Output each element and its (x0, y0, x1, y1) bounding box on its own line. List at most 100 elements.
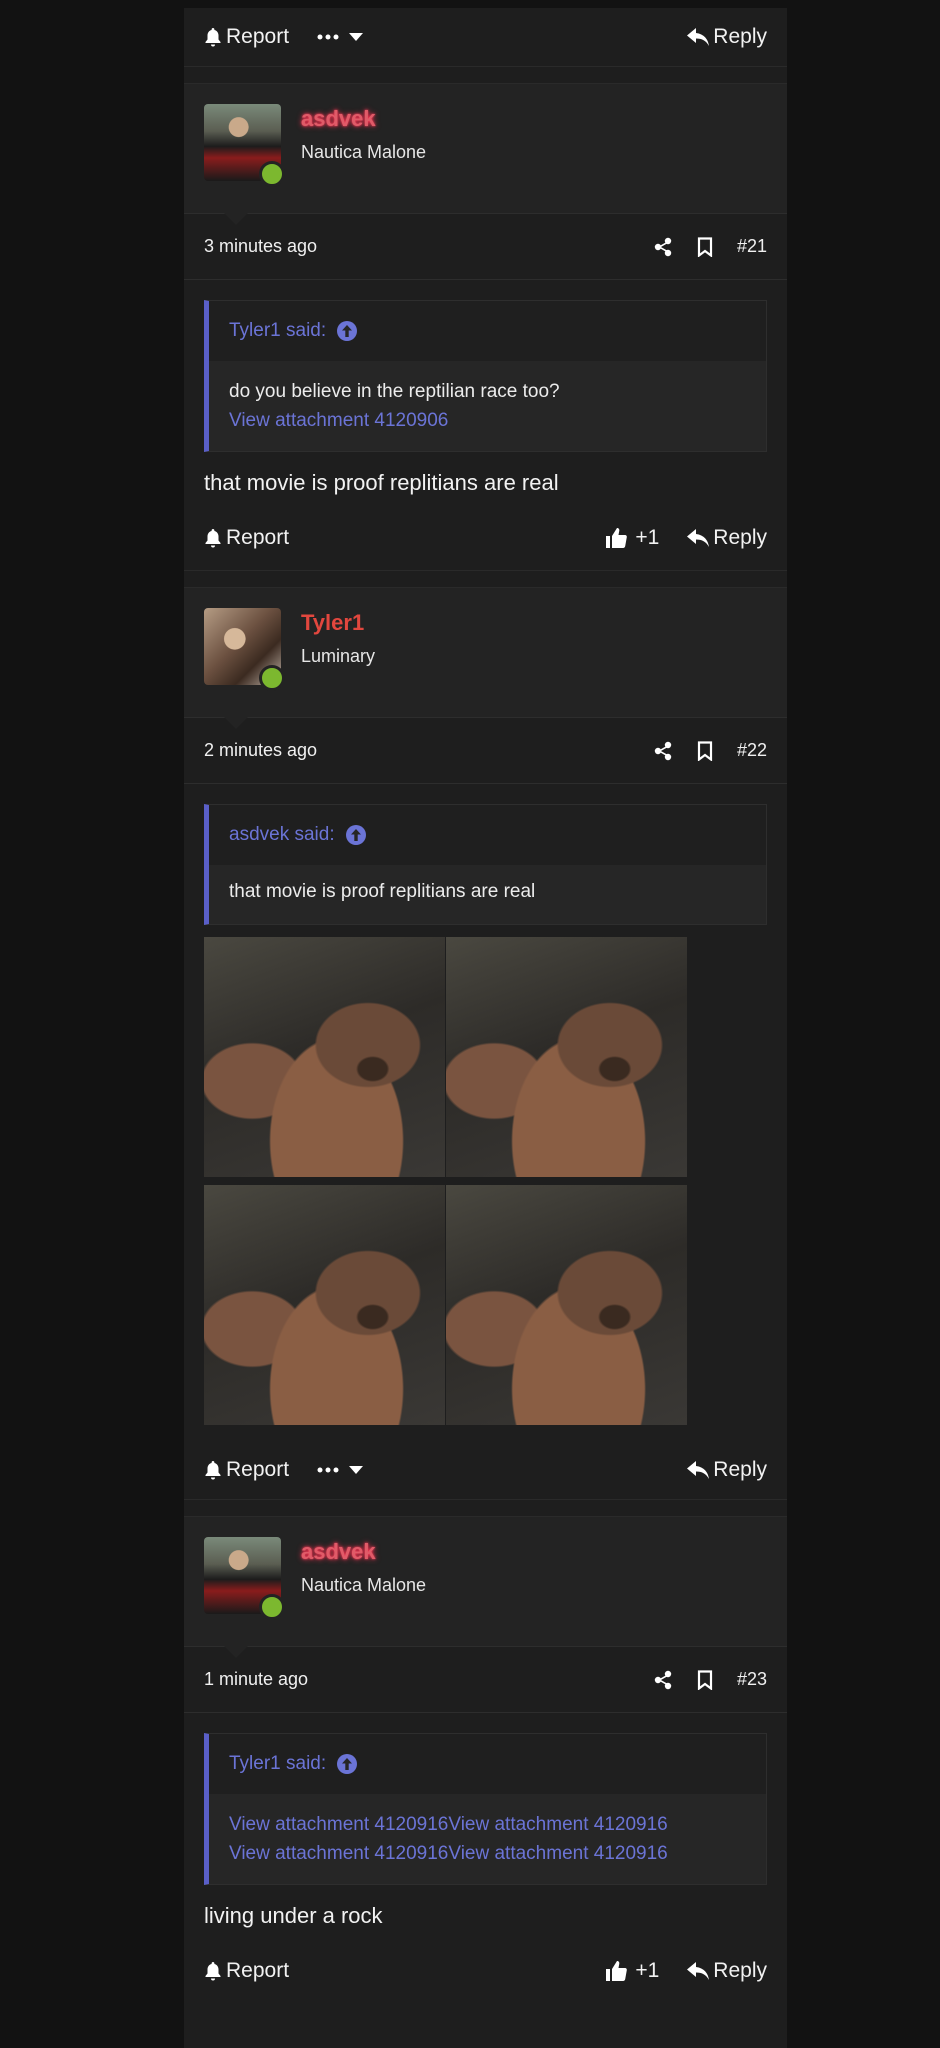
report-button[interactable]: Report (204, 526, 289, 550)
post-number[interactable]: #22 (737, 740, 767, 761)
quote-block: asdvek said: that movie is proof repliti… (204, 804, 767, 925)
thread-container: Report Reply asdvek Nautica Malone 3 min… (184, 0, 787, 2048)
share-icon[interactable] (653, 237, 673, 257)
post-time[interactable]: 1 minute ago (204, 1669, 308, 1690)
user-block: asdvek Nautica Malone (184, 1517, 787, 1658)
quote-author[interactable]: Tyler1 said: (229, 1753, 326, 1775)
gif-image[interactable] (446, 937, 687, 1177)
report-label: Report (226, 1959, 290, 1982)
post-message: that movie is proof replitians are real (204, 470, 559, 495)
attachment-link[interactable]: View attachment 4120916 (448, 1814, 667, 1835)
post-time[interactable]: 3 minutes ago (204, 236, 317, 257)
share-icon[interactable] (653, 741, 673, 761)
post-actions-22: Report Reply (184, 1441, 787, 1499)
bell-icon (205, 1461, 221, 1480)
gif-image[interactable] (204, 937, 445, 1177)
arrow-up-circle-icon[interactable] (345, 824, 367, 846)
post-separator (184, 66, 787, 84)
bookmark-icon[interactable] (697, 1669, 713, 1690)
reply-icon (687, 1962, 710, 1980)
avatar[interactable] (204, 104, 285, 187)
report-label: Report (226, 526, 290, 549)
like-button[interactable]: +1 (605, 526, 659, 550)
post-meta: 3 minutes ago #21 (184, 214, 787, 280)
post-21: asdvek Nautica Malone 3 minutes ago #21 … (184, 84, 787, 570)
bookmark-icon[interactable] (697, 740, 713, 761)
bell-icon (205, 529, 221, 548)
report-label: Report (226, 1458, 290, 1481)
user-title: Nautica Malone (301, 1575, 427, 1595)
gif-image[interactable] (204, 1185, 445, 1425)
user-title: Nautica Malone (301, 142, 427, 162)
quote-text: do you believe in the reptilian race too… (229, 381, 560, 402)
post-number[interactable]: #23 (737, 1669, 767, 1690)
bell-icon (205, 1962, 221, 1981)
thumbs-up-icon (606, 528, 628, 548)
quote-author[interactable]: Tyler1 said: (229, 320, 326, 342)
reply-label: Reply (713, 25, 767, 48)
post-separator (184, 1499, 787, 1517)
reply-icon (687, 28, 710, 46)
chevron-down-icon (349, 33, 364, 41)
quote-block: Tyler1 said: do you believe in the repti… (204, 300, 767, 452)
post-22: Tyler1 Luminary 2 minutes ago #22 asdvek… (184, 588, 787, 1499)
attachment-link[interactable]: View attachment 4120916 (229, 1843, 448, 1864)
post-meta: 1 minute ago #23 (184, 1647, 787, 1713)
more-dots-icon (317, 34, 339, 40)
username-link[interactable]: Tyler1 (301, 610, 375, 636)
post-actions-21: Report +1 Reply (184, 506, 787, 570)
report-button[interactable]: Report (204, 25, 289, 49)
chevron-down-icon (349, 1466, 364, 1474)
like-count: +1 (635, 1959, 660, 1982)
post-actions-20: Report Reply (184, 8, 787, 66)
bell-icon (205, 28, 221, 47)
reply-label: Reply (713, 1959, 767, 1982)
gif-image[interactable] (446, 1185, 687, 1425)
more-options-button[interactable] (317, 1466, 364, 1474)
reply-button[interactable]: Reply (687, 526, 767, 550)
arrow-up-circle-icon[interactable] (336, 1753, 358, 1775)
reply-button[interactable]: Reply (687, 1458, 767, 1482)
report-button[interactable]: Report (204, 1959, 289, 1983)
post-message: living under a rock (204, 1903, 383, 1928)
attachment-link[interactable]: View attachment 4120916 (229, 1814, 448, 1835)
like-count: +1 (635, 526, 660, 549)
post-23: asdvek Nautica Malone 1 minute ago #23 T… (184, 1517, 787, 2003)
reply-label: Reply (713, 526, 767, 549)
post-number[interactable]: #21 (737, 236, 767, 257)
arrow-up-circle-icon[interactable] (336, 320, 358, 342)
reply-button[interactable]: Reply (687, 25, 767, 49)
avatar[interactable] (204, 608, 285, 691)
quote-author[interactable]: asdvek said: (229, 824, 335, 846)
user-title: Luminary (301, 646, 376, 666)
user-block: Tyler1 Luminary (184, 588, 787, 729)
username-link[interactable]: asdvek (301, 106, 426, 132)
quote-block: Tyler1 said: View attachment 4120916View… (204, 1733, 767, 1885)
online-indicator (259, 161, 285, 187)
post-separator (184, 570, 787, 588)
reply-icon (687, 529, 710, 547)
thumbs-up-icon (606, 1961, 628, 1981)
online-indicator (259, 665, 285, 691)
attachment-link[interactable]: View attachment 4120916 (448, 1843, 667, 1864)
more-dots-icon (317, 1467, 339, 1473)
like-button[interactable]: +1 (605, 1959, 659, 1983)
image-gallery (204, 937, 687, 1425)
avatar[interactable] (204, 1537, 285, 1620)
post-meta: 2 minutes ago #22 (184, 718, 787, 784)
bookmark-icon[interactable] (697, 236, 713, 257)
post-time[interactable]: 2 minutes ago (204, 740, 317, 761)
user-block-arrow (224, 1646, 248, 1658)
attachment-link[interactable]: View attachment 4120906 (229, 406, 746, 435)
user-block-arrow (224, 213, 248, 225)
reply-button[interactable]: Reply (687, 1959, 767, 1983)
username-link[interactable]: asdvek (301, 1539, 426, 1565)
report-button[interactable]: Report (204, 1458, 289, 1482)
more-options-button[interactable] (317, 33, 364, 41)
user-block: asdvek Nautica Malone (184, 84, 787, 225)
share-icon[interactable] (653, 1670, 673, 1690)
post-actions-23: Report +1 Reply (184, 1939, 787, 2003)
quote-text: that movie is proof replitians are real (229, 881, 536, 902)
user-block-arrow (224, 717, 248, 729)
reply-label: Reply (713, 1458, 767, 1481)
